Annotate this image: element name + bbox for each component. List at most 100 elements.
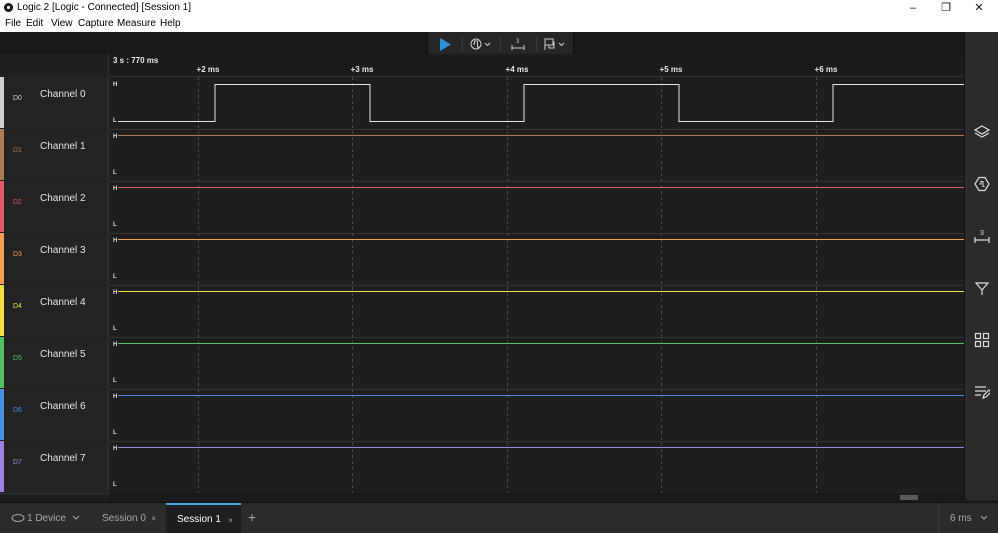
bottom-bar: 1 Device Session 0 × Session 1 × + 6 ms <box>0 502 998 533</box>
sidebar-button-analyzers[interactable] <box>973 124 991 140</box>
channel-label-panel[interactable]: D3 Channel 3 <box>0 233 109 284</box>
time-tick: +4 ms <box>505 65 529 74</box>
window-title: Logic 2 [Logic - Connected] [Session 1] <box>17 2 191 13</box>
device-selector[interactable]: 1 Device <box>0 503 87 533</box>
channel-name[interactable]: Channel 7 <box>40 453 86 464</box>
notes-icon <box>975 386 992 399</box>
start-capture-button[interactable] <box>428 32 462 56</box>
hexagon-trigger-icon <box>974 176 990 192</box>
channel-row[interactable]: D0 Channel 0 H L <box>0 77 964 130</box>
annotation-button[interactable] <box>537 32 573 56</box>
channel-color-bar <box>0 441 4 492</box>
channel-row[interactable]: D3 Channel 3 H L <box>0 233 964 286</box>
channel-color-bar <box>0 181 4 232</box>
channel-label-panel[interactable]: D1 Channel 1 <box>0 129 109 180</box>
capture-toolbar: 3 <box>427 32 574 56</box>
high-marker: H <box>113 342 118 348</box>
close-button[interactable]: ✕ <box>964 0 994 16</box>
menu-file[interactable]: File <box>5 18 21 30</box>
sidebar-button-markers[interactable] <box>974 280 990 296</box>
main-app: 3 3 s : 770 ms +2 ms +3 ms +4 ms +5 ms +… <box>0 32 998 533</box>
channel-id: D0 <box>13 95 22 102</box>
low-marker: L <box>113 482 117 488</box>
sidebar-button-extensions[interactable] <box>974 332 990 348</box>
low-marker: L <box>113 326 117 332</box>
channel-name[interactable]: Channel 3 <box>40 245 86 256</box>
menu-view[interactable]: View <box>51 18 73 30</box>
channel-name[interactable]: Channel 6 <box>40 401 86 412</box>
minimize-button[interactable]: – <box>898 0 928 16</box>
channel-row[interactable]: D2 Channel 2 H L <box>0 181 964 234</box>
low-marker: L <box>113 378 117 384</box>
channel-color-bar <box>0 77 4 128</box>
trigger-icon <box>470 38 491 50</box>
device-icon <box>11 514 25 522</box>
time-origin-label: 3 s : 770 ms <box>113 56 159 65</box>
menu-edit[interactable]: Edit <box>26 18 43 30</box>
channel-name[interactable]: Channel 0 <box>40 89 86 100</box>
tab-label: Session 0 <box>102 512 146 524</box>
menu-measure[interactable]: Measure <box>117 18 156 30</box>
horizontal-scrollbar[interactable] <box>109 493 964 502</box>
channel-label-panel[interactable]: D0 Channel 0 <box>0 77 109 128</box>
menu-bar: File Edit View Capture Measure Help <box>0 16 998 32</box>
high-marker: H <box>113 446 118 452</box>
close-icon[interactable]: × <box>151 514 156 523</box>
low-marker: L <box>113 430 117 436</box>
timing-marker-button[interactable]: 3 <box>501 32 535 56</box>
restore-button[interactable]: ❐ <box>931 0 961 16</box>
channel-row[interactable]: D4 Channel 4 H L <box>0 285 964 338</box>
channel-id: D3 <box>13 251 22 258</box>
measure-icon: 3 <box>511 39 525 50</box>
channel-id: D5 <box>13 355 22 362</box>
menu-capture[interactable]: Capture <box>78 18 114 30</box>
channel-label-panel[interactable]: D6 Channel 6 <box>0 389 109 440</box>
zoom-level: 6 ms <box>950 512 972 524</box>
scrollbar-thumb[interactable] <box>900 495 918 500</box>
tab-session-0[interactable]: Session 0 × <box>88 503 164 533</box>
channel-label-panel[interactable]: D4 Channel 4 <box>0 285 109 336</box>
channel-row[interactable]: D6 Channel 6 H L <box>0 389 964 442</box>
sidebar-button-notes[interactable] <box>974 384 992 400</box>
sidebar-button-timing[interactable]: 3 <box>974 228 990 244</box>
channel-label-panel[interactable]: D5 Channel 5 <box>0 337 109 388</box>
channel-row[interactable]: D1 Channel 1 H L <box>0 129 964 182</box>
time-tick: +3 ms <box>350 65 374 74</box>
low-marker: L <box>113 170 117 176</box>
sidebar-button-trigger[interactable] <box>974 176 990 192</box>
channel-label-panel[interactable]: D7 Channel 7 <box>0 441 109 492</box>
tab-label: Session 1 <box>177 513 221 525</box>
play-icon <box>440 37 451 51</box>
zoom-selector[interactable]: 6 ms <box>938 503 998 533</box>
high-marker: H <box>113 186 118 192</box>
channel-name[interactable]: Channel 2 <box>40 193 86 204</box>
channel-color-bar <box>0 233 4 284</box>
time-tick: +2 ms <box>196 65 220 74</box>
channel-row[interactable]: D7 Channel 7 H L <box>0 441 964 494</box>
layers-icon <box>973 125 991 138</box>
channel-name[interactable]: Channel 5 <box>40 349 86 360</box>
channel-id: D4 <box>13 303 22 310</box>
channel-id: D6 <box>13 407 22 414</box>
right-sidebar: 3 <box>964 32 998 500</box>
channel-row[interactable]: D5 Channel 5 H L <box>0 337 964 390</box>
channel-label-panel[interactable]: D2 Channel 2 <box>0 181 109 232</box>
marker-icon <box>974 282 990 295</box>
trigger-button[interactable] <box>463 32 499 56</box>
time-axis[interactable]: 3 s : 770 ms +2 ms +3 ms +4 ms +5 ms +6 … <box>109 54 964 77</box>
channel-header-spacer <box>0 54 109 76</box>
tab-session-1[interactable]: Session 1 × <box>166 503 241 533</box>
channel-name[interactable]: Channel 4 <box>40 297 86 308</box>
channel-name[interactable]: Channel 1 <box>40 141 86 152</box>
low-marker: L <box>113 222 117 228</box>
high-marker: H <box>113 394 118 400</box>
chevron-down-icon <box>980 515 988 520</box>
svg-text:3: 3 <box>516 39 520 45</box>
time-tick: +5 ms <box>659 65 683 74</box>
menu-help[interactable]: Help <box>160 18 181 30</box>
close-icon[interactable]: × <box>228 516 233 525</box>
svg-text:3: 3 <box>980 230 984 237</box>
add-session-button[interactable]: + <box>248 509 256 525</box>
app-icon <box>4 3 13 12</box>
device-label: 1 Device <box>27 512 66 524</box>
